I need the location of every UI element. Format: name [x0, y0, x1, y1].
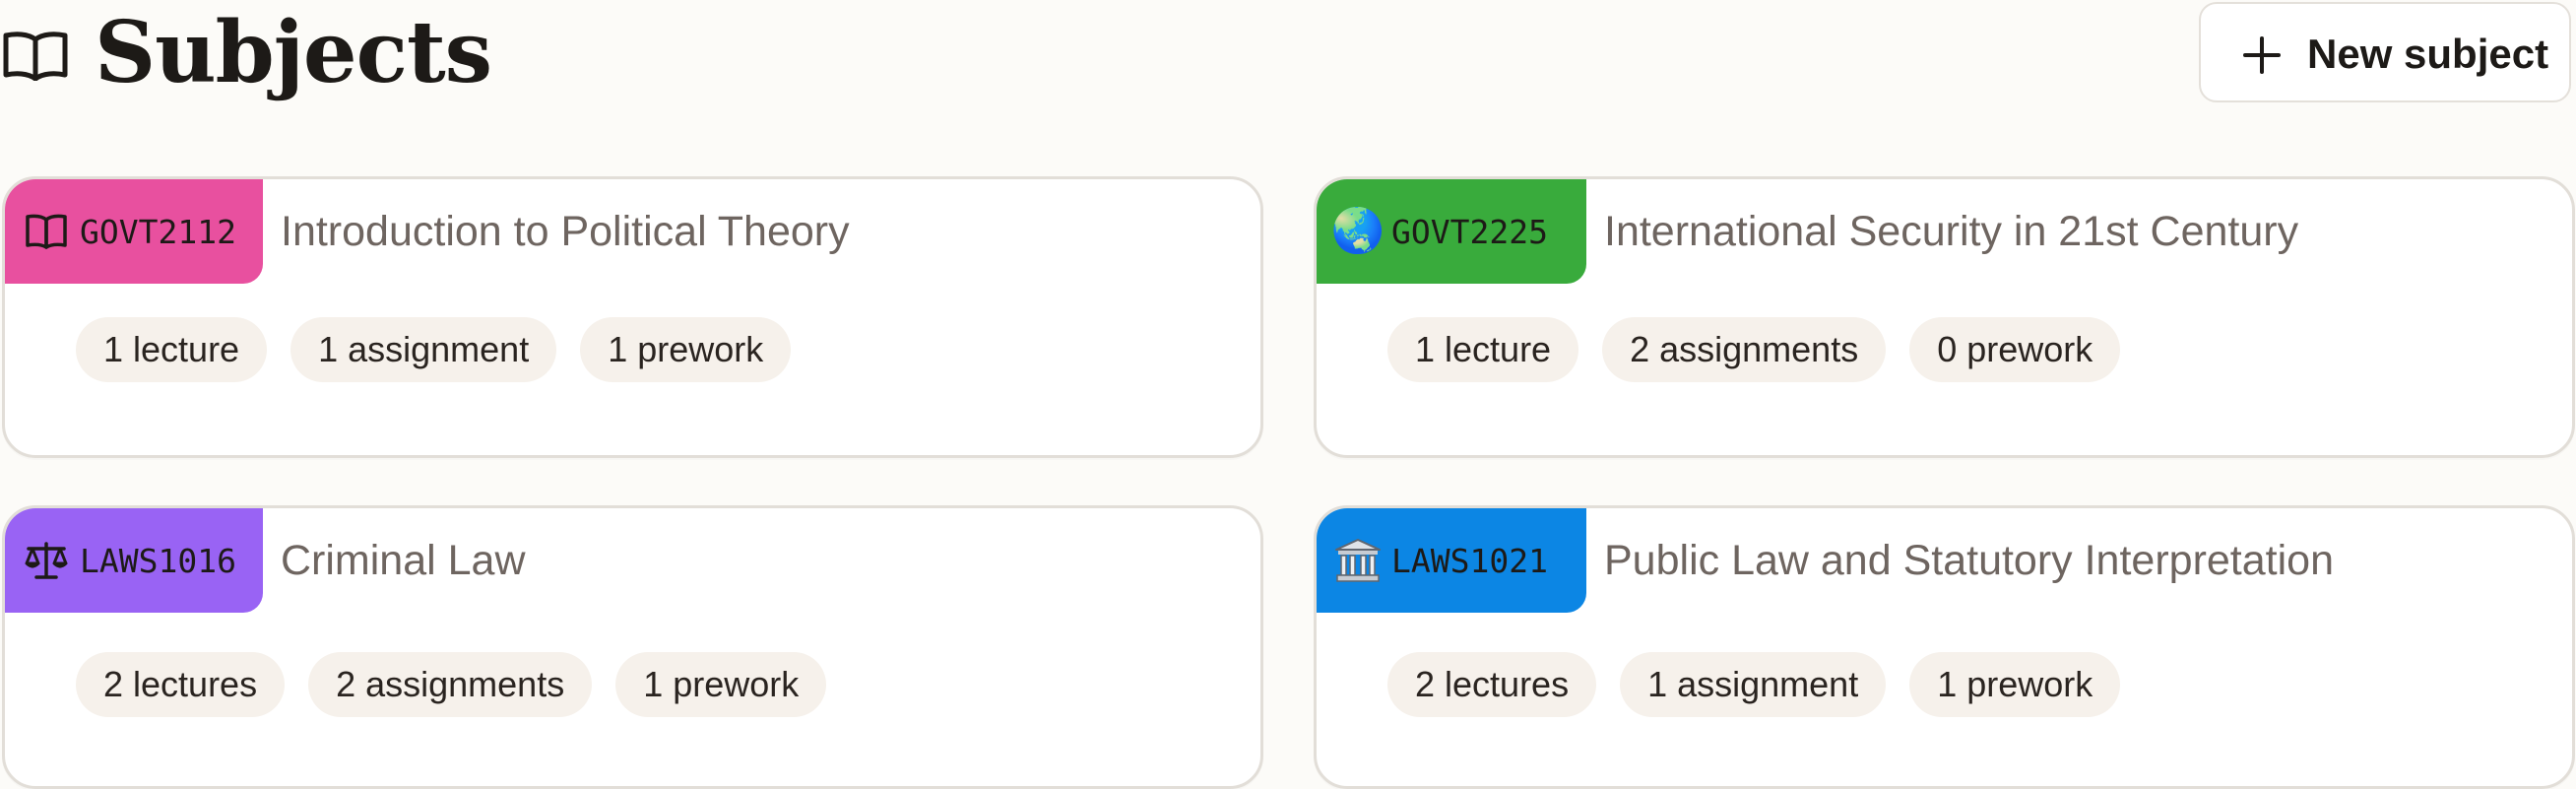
scales-icon: [23, 537, 70, 584]
lecture-count-chip: 1 lecture: [1387, 317, 1579, 382]
prework-count-chip: 1 prework: [1909, 652, 2121, 717]
subject-card-laws1021[interactable]: LAWS1021 Public Law and Statutory Interp…: [1314, 505, 2575, 789]
assignment-count-chip: 1 assignment: [1620, 652, 1887, 717]
subject-code-tag: LAWS1016: [5, 508, 263, 613]
subject-code-tag: GOVT2112: [5, 179, 263, 284]
globe-icon: 🌏: [1330, 206, 1385, 256]
prework-count-chip: 0 prework: [1909, 317, 2121, 382]
open-book-icon: [2, 30, 69, 82]
lecture-count-chip: 2 lectures: [76, 652, 286, 717]
subject-card-govt2112[interactable]: GOVT2112 Introduction to Political Theor…: [2, 176, 1263, 458]
subject-code-tag: 🌏 GOVT2225: [1317, 179, 1586, 284]
assignment-count-chip: 2 assignments: [308, 652, 593, 717]
page-header: Subjects New subject: [0, 0, 2576, 108]
open-book-icon: [23, 208, 70, 255]
subject-card-laws1016[interactable]: LAWS1016 Criminal Law 2 lectures 2 assig…: [2, 505, 1263, 789]
subject-title: Introduction to Political Theory: [281, 208, 850, 255]
prework-count-chip: 1 prework: [615, 652, 827, 717]
subject-code-tag: LAWS1021: [1317, 508, 1586, 613]
subject-code: GOVT2225: [1391, 212, 1548, 251]
prework-count-chip: 1 prework: [580, 317, 792, 382]
lecture-count-chip: 1 lecture: [76, 317, 268, 382]
subject-stats: 2 lectures 2 assignments 1 prework: [76, 652, 850, 717]
page-title: Subjects: [95, 3, 492, 102]
classical-building-icon: [1334, 537, 1382, 584]
lecture-count-chip: 2 lectures: [1387, 652, 1597, 717]
subject-stats: 2 lectures 1 assignment 1 prework: [1387, 652, 2144, 717]
subject-stats: 1 lecture 2 assignments 0 prework: [1387, 317, 2144, 382]
assignment-count-chip: 1 assignment: [290, 317, 557, 382]
subject-code: LAWS1016: [80, 541, 236, 580]
assignment-count-chip: 2 assignments: [1602, 317, 1887, 382]
new-subject-button[interactable]: New subject: [2199, 2, 2571, 102]
subject-card-govt2225[interactable]: 🌏 GOVT2225 International Security in 21s…: [1314, 176, 2575, 458]
subject-title: International Security in 21st Century: [1604, 208, 2299, 255]
new-subject-label: New subject: [2307, 31, 2549, 77]
subject-stats: 1 lecture 1 assignment 1 prework: [76, 317, 814, 382]
subject-code: GOVT2112: [80, 212, 236, 251]
subject-title: Public Law and Statutory Interpretation: [1604, 537, 2334, 584]
subject-title: Criminal Law: [281, 537, 526, 584]
subject-code: LAWS1021: [1391, 541, 1548, 580]
plus-icon: [2243, 36, 2281, 74]
